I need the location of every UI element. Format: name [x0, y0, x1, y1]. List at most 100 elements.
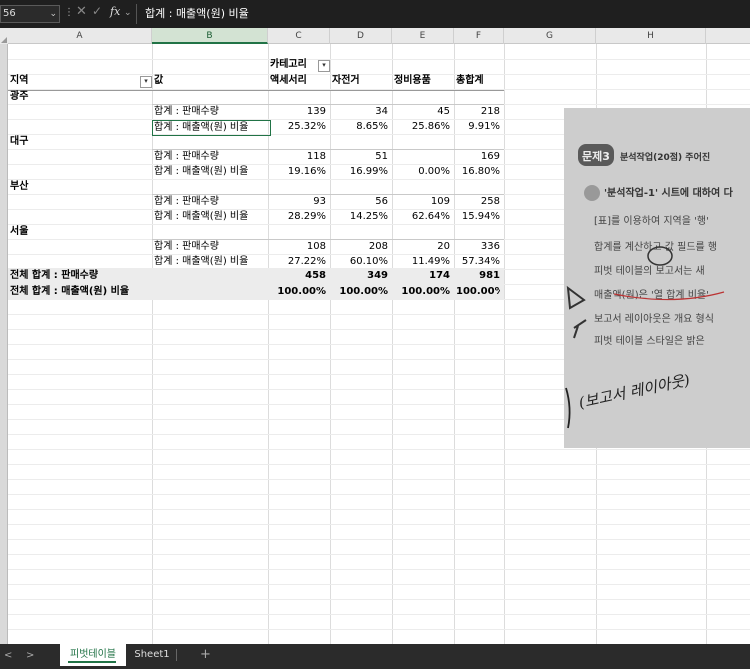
pct-cell[interactable]: 60.10%: [332, 255, 388, 269]
row-filter-dropdown-icon[interactable]: ▾: [140, 76, 152, 88]
measure-label-pct[interactable]: 합계 : 매출액(원) 비율: [154, 210, 248, 224]
grand-total-qty-cell[interactable]: 174: [394, 269, 450, 283]
qty-cell[interactable]: 56: [332, 195, 388, 209]
qty-cell[interactable]: 169: [456, 150, 500, 164]
col-header-accessory: 액세서리: [270, 75, 307, 86]
grand-total-pct-label: 전체 합계 : 매출액(원) 비율: [10, 286, 130, 297]
active-tab-indicator: [68, 661, 116, 663]
pct-cell[interactable]: 27.22%: [270, 255, 326, 269]
photo-badge: 문제3: [582, 149, 610, 163]
cancel-icon[interactable]: ✕: [76, 4, 87, 19]
region-label[interactable]: 광주: [10, 90, 28, 104]
grand-total-pct-cell[interactable]: 100.00%: [456, 285, 500, 299]
measure-label-pct[interactable]: 합계 : 매출액(원) 비율: [154, 255, 248, 269]
grand-total-qty-label: 전체 합계 : 판매수량: [10, 270, 99, 281]
column-header-i[interactable]: [706, 28, 750, 44]
measure-label-qty[interactable]: 합계 : 판매수량: [154, 195, 219, 209]
pct-cell[interactable]: 11.49%: [394, 255, 450, 269]
measure-label-qty[interactable]: 합계 : 판매수량: [154, 240, 219, 254]
region-label[interactable]: 대구: [10, 135, 28, 149]
pct-cell[interactable]: 14.25%: [332, 210, 388, 224]
qty-cell[interactable]: 93: [270, 195, 326, 209]
photo-drawing: 문제3 분석작업(20점) 주어진 '분석작업-1' 시트에 대하여 다 [표]…: [564, 108, 750, 448]
chevron-right-icon[interactable]: >: [26, 650, 34, 661]
qty-cell[interactable]: 139: [270, 105, 326, 119]
tab-divider: [176, 649, 177, 661]
qty-cell[interactable]: 34: [332, 105, 388, 119]
chevron-left-icon[interactable]: <: [4, 650, 12, 661]
formula-input[interactable]: 합계 : 매출액(원) 비율: [136, 4, 750, 24]
pct-cell[interactable]: 57.34%: [456, 255, 500, 269]
col-header-maintenance: 정비용품: [394, 75, 431, 86]
pct-cell[interactable]: 9.91%: [456, 120, 500, 134]
column-header-a[interactable]: A: [8, 28, 152, 44]
column-header-h[interactable]: H: [596, 28, 706, 44]
pct-cell[interactable]: 0.00%: [394, 165, 450, 179]
qty-cell[interactable]: 218: [456, 105, 500, 119]
qty-cell[interactable]: 109: [394, 195, 450, 209]
pct-cell[interactable]: 8.65%: [332, 120, 388, 134]
measure-label-pct[interactable]: 합계 : 매출액(원) 비율: [154, 165, 248, 179]
qty-cell[interactable]: 208: [332, 240, 388, 254]
qty-cell[interactable]: 108: [270, 240, 326, 254]
qty-cell[interactable]: 45: [394, 105, 450, 119]
grand-total-qty-cell[interactable]: 981: [456, 269, 500, 283]
column-header-c[interactable]: C: [268, 28, 330, 44]
select-all-button[interactable]: [0, 28, 8, 44]
pct-cell[interactable]: 16.99%: [332, 165, 388, 179]
grand-total-pct-cell[interactable]: 100.00%: [332, 285, 388, 299]
region-label[interactable]: 부산: [10, 180, 28, 194]
measure-label-qty[interactable]: 합계 : 판매수량: [154, 150, 219, 164]
grand-total-qty-cell[interactable]: 458: [270, 269, 326, 283]
grand-total-pct-cell[interactable]: 100.00%: [270, 285, 326, 299]
column-header-e[interactable]: E: [392, 28, 454, 44]
measure-label-qty[interactable]: 합계 : 판매수량: [154, 105, 219, 119]
qty-cell[interactable]: 258: [456, 195, 500, 209]
chevron-down-icon[interactable]: ⌄: [49, 6, 57, 22]
col-header-grand-total: 총합계: [456, 75, 484, 86]
tab-sheet1[interactable]: Sheet1: [130, 644, 174, 666]
pct-cell[interactable]: 25.32%: [270, 120, 326, 134]
embedded-photo[interactable]: 문제3 분석작업(20점) 주어진 '분석작업-1' 시트에 대하여 다 [표]…: [564, 108, 750, 448]
pct-cell[interactable]: 28.29%: [270, 210, 326, 224]
insert-function-icon[interactable]: fx: [110, 5, 120, 18]
grand-total-pct-cell[interactable]: 100.00%: [394, 285, 450, 299]
photo-line: 피벗 테이블의 보고서는 새: [594, 265, 705, 277]
column-header-f[interactable]: F: [454, 28, 504, 44]
formula-bar: 56 ⌄ ⋮ ✕ ✓ fx ⌄ 합계 : 매출액(원) 비율: [0, 0, 750, 28]
photo-line: 합계를 계산하고 값 필드를 행: [594, 240, 717, 253]
region-label[interactable]: 서울: [10, 225, 28, 239]
photo-line: '분석작업-1' 시트에 대하여 다: [604, 186, 734, 199]
column-header-g[interactable]: G: [504, 28, 596, 44]
name-box-value: 56: [3, 8, 16, 19]
pct-cell[interactable]: 19.16%: [270, 165, 326, 179]
photo-line: 보고서 레이아웃은 개요 형식: [594, 313, 714, 325]
col-header-bicycle: 자전거: [332, 75, 360, 86]
check-icon[interactable]: ✓: [92, 4, 102, 18]
category-field-label: 카테고리: [270, 59, 307, 70]
sheet-tab-bar: < > 피벗테이블 Sheet1 +: [0, 644, 750, 669]
values-field-label: 값: [154, 75, 164, 86]
selected-cell[interactable]: 합계 : 매출액(원) 비율: [152, 120, 271, 136]
pct-cell[interactable]: 25.86%: [394, 120, 450, 134]
qty-cell[interactable]: 51: [332, 150, 388, 164]
row-field-label: 지역: [10, 75, 29, 86]
chevron-down-icon[interactable]: ⌄: [124, 8, 132, 18]
name-box[interactable]: 56 ⌄: [0, 5, 60, 23]
more-vertical-icon[interactable]: ⋮: [64, 7, 74, 18]
grand-total-qty-cell[interactable]: 349: [332, 269, 388, 283]
pct-cell[interactable]: 15.94%: [456, 210, 500, 224]
column-header-d[interactable]: D: [330, 28, 392, 44]
pct-cell[interactable]: 62.64%: [394, 210, 450, 224]
qty-cell[interactable]: 118: [270, 150, 326, 164]
column-header-row: A B C D E F G H: [0, 28, 750, 44]
photo-header: 분석작업(20점) 주어진: [620, 151, 710, 163]
column-header-b[interactable]: B: [152, 28, 268, 44]
row-header-strip[interactable]: [0, 44, 8, 644]
add-sheet-button[interactable]: +: [200, 647, 211, 662]
photo-line: [표]를 이용하여 지역을 '행': [594, 214, 709, 227]
pct-cell[interactable]: 16.80%: [456, 165, 500, 179]
category-filter-dropdown-icon[interactable]: ▾: [318, 60, 330, 72]
qty-cell[interactable]: 336: [456, 240, 500, 254]
qty-cell[interactable]: 20: [394, 240, 450, 254]
